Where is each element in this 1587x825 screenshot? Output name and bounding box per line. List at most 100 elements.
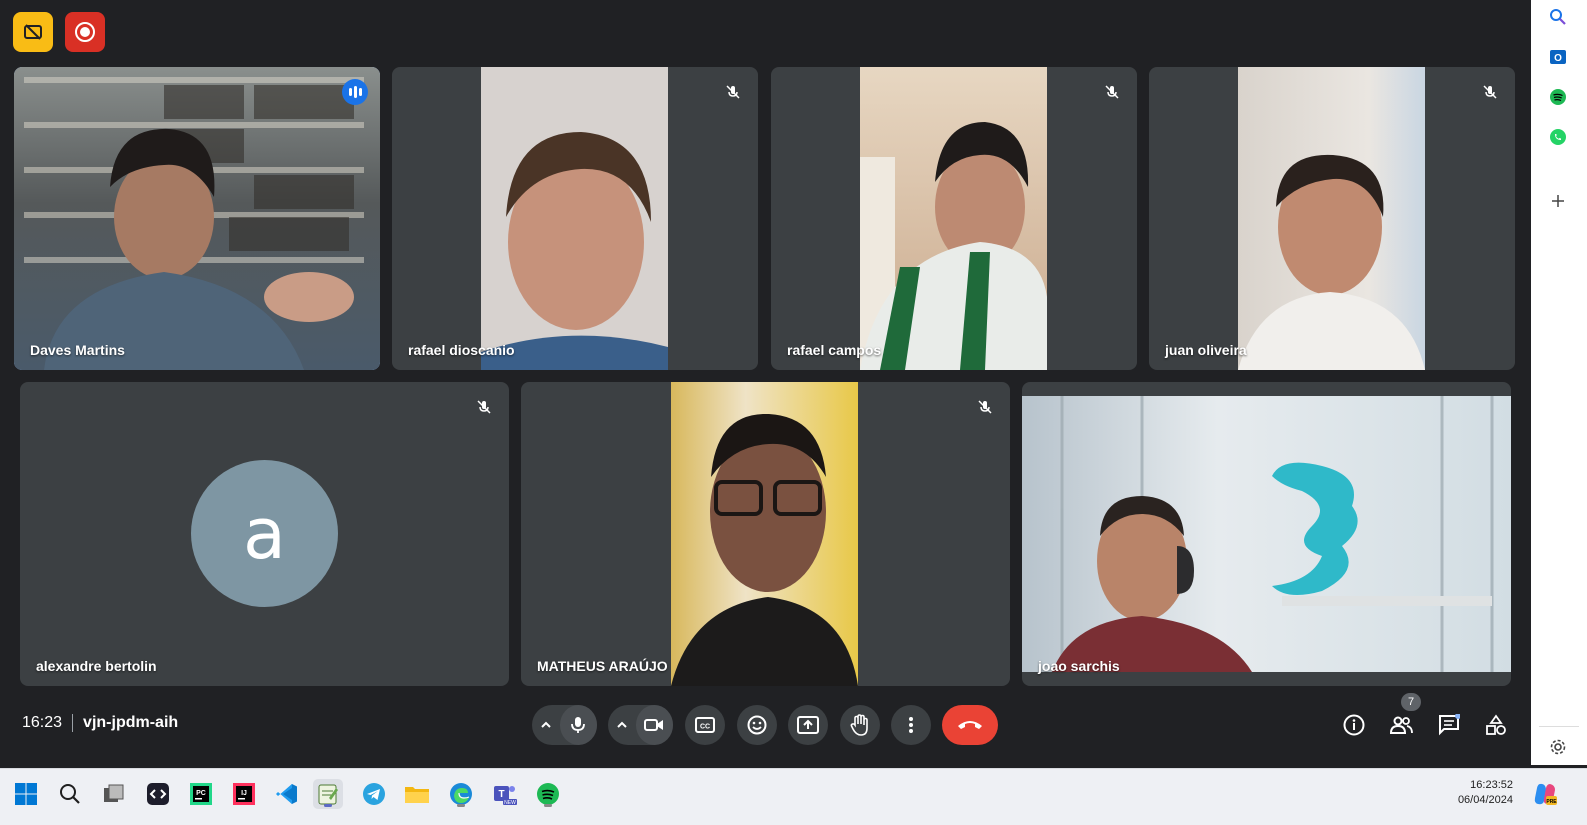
mic-off-icon — [978, 400, 992, 414]
participant-video — [1022, 396, 1511, 672]
side-add-button[interactable] — [1545, 188, 1571, 214]
record-icon — [75, 22, 95, 42]
task-view-button[interactable] — [99, 779, 129, 809]
no-video-badge[interactable] — [13, 12, 53, 52]
edge-button[interactable] — [446, 779, 476, 809]
present-button[interactable] — [788, 705, 828, 745]
participant-video — [671, 382, 858, 686]
chevron-up-icon — [541, 721, 551, 728]
copilot-button[interactable]: PRE — [1530, 779, 1560, 809]
recording-badge[interactable] — [65, 12, 105, 52]
svg-text:PRE: PRE — [1546, 799, 1557, 805]
telegram-button[interactable] — [359, 779, 389, 809]
notepad-icon — [318, 784, 338, 805]
participant-tile-alexandre-bertolin[interactable]: a alexandre bertolin — [20, 382, 509, 686]
more-options-button[interactable] — [891, 705, 931, 745]
teams-button[interactable]: T NEW — [490, 779, 520, 809]
start-button[interactable] — [11, 779, 41, 809]
participant-tile-matheus-araujo[interactable]: MATHEUS ARAÚJO — [521, 382, 1010, 686]
activities-button[interactable] — [1482, 711, 1510, 739]
mic-off-icon — [1105, 85, 1119, 99]
svg-text:NEW: NEW — [504, 800, 516, 806]
video-frame — [481, 132, 668, 370]
camera-icon — [644, 719, 664, 731]
search-icon — [60, 784, 80, 804]
participant-video — [1238, 67, 1425, 370]
hang-up-icon — [958, 721, 982, 729]
camera-button[interactable] — [635, 705, 673, 745]
svg-text:IJ: IJ — [241, 790, 247, 797]
participant-name: juan oliveira — [1165, 342, 1247, 358]
vscode-button[interactable] — [272, 779, 302, 809]
camera-options-button[interactable] — [608, 719, 636, 731]
camera-control-group — [608, 705, 673, 745]
participant-tile-rafael-dioscanio[interactable]: rafael dioscanio — [392, 67, 758, 370]
mic-control-group — [532, 705, 597, 745]
side-search-button[interactable] — [1545, 4, 1571, 30]
participant-tile-daves[interactable]: Daves Martins — [14, 67, 380, 370]
search-icon — [1550, 9, 1566, 25]
edge-icon — [450, 783, 472, 805]
participant-name: MATHEUS ARAÚJO — [537, 658, 668, 674]
participant-name: Daves Martins — [30, 342, 125, 358]
leave-call-button[interactable] — [942, 705, 998, 745]
svg-text:T: T — [498, 789, 504, 800]
running-app-indicator — [457, 804, 465, 807]
raise-hand-icon — [850, 714, 868, 736]
teams-icon: TNEW — [494, 786, 517, 806]
video-frame — [1238, 154, 1425, 370]
video-frame — [24, 77, 364, 370]
participant-name: rafael dioscanio — [408, 342, 515, 358]
meeting-time: 16:23 — [22, 714, 63, 731]
participant-tile-joao-sarchis[interactable]: joao sarchis — [1022, 382, 1511, 686]
participant-name: rafael campos — [787, 342, 882, 358]
side-settings-button[interactable] — [1545, 734, 1571, 760]
whatsapp-icon — [1550, 129, 1566, 145]
meeting-code: vjn-jpdm-aih — [83, 714, 179, 731]
clock-date: 06/04/2024 — [1457, 794, 1513, 806]
spotify-taskbar-button[interactable] — [533, 779, 563, 809]
meeting-info-button[interactable] — [1340, 711, 1368, 739]
spotify-icon — [537, 783, 559, 805]
participant-name: joao sarchis — [1038, 658, 1120, 674]
raise-hand-button[interactable] — [840, 705, 880, 745]
participant-tile-rafael-campos[interactable]: rafael campos — [771, 67, 1137, 370]
notepad-button[interactable] — [313, 779, 343, 809]
add-icon — [1552, 195, 1564, 207]
intellij-button[interactable]: IJ — [229, 779, 259, 809]
system-clock[interactable]: 16:23:52 06/04/2024 — [1458, 778, 1513, 808]
mic-off-icon — [477, 400, 491, 414]
settings-icon — [1550, 739, 1566, 755]
mic-button[interactable] — [559, 705, 597, 745]
captions-button[interactable]: CC — [685, 705, 725, 745]
mic-off-icon — [726, 85, 740, 99]
emoji-reaction-button[interactable] — [737, 705, 777, 745]
info-icon — [1343, 714, 1365, 736]
windows-start-icon — [15, 783, 37, 805]
mic-options-button[interactable] — [532, 719, 560, 731]
devtoys-button[interactable] — [143, 779, 173, 809]
outlook-icon: O — [1550, 50, 1566, 64]
file-explorer-icon — [405, 787, 429, 803]
pycharm-button[interactable]: PC — [186, 779, 216, 809]
no-video-icon — [24, 24, 42, 40]
muted-indicator — [473, 396, 495, 418]
mic-off-icon — [1483, 85, 1497, 99]
file-explorer-button[interactable] — [402, 779, 432, 809]
taskbar-search-button[interactable] — [55, 779, 85, 809]
participant-tile-juan-oliveira[interactable]: juan oliveira — [1149, 67, 1515, 370]
taskbar: PC IJ T NEW 16:23:52 06/04/2024 PRE — [0, 768, 1587, 825]
speaking-indicator — [342, 79, 368, 105]
side-spotify-button[interactable] — [1545, 84, 1571, 110]
active-app-indicator — [324, 804, 332, 807]
clock-time: 16:23:52 — [1470, 779, 1513, 791]
side-whatsapp-button[interactable] — [1545, 124, 1571, 150]
chat-button[interactable] — [1435, 711, 1463, 739]
side-panel: O — [1531, 0, 1587, 765]
people-button[interactable] — [1387, 711, 1415, 739]
participant-video — [860, 67, 1047, 370]
video-frame — [860, 122, 1047, 370]
emoji-icon — [747, 715, 767, 735]
side-divider — [1539, 726, 1579, 727]
side-outlook-button[interactable]: O — [1545, 44, 1571, 70]
